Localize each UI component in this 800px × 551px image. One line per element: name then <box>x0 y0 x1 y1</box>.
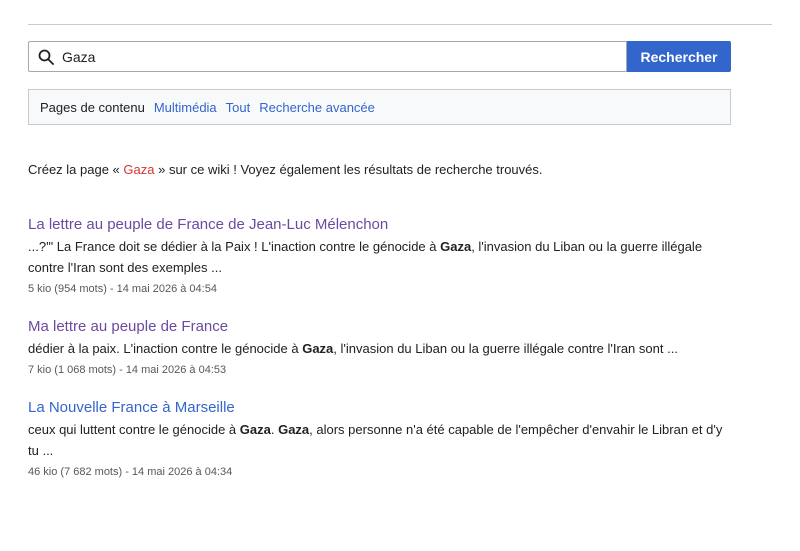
search-icon <box>38 49 54 65</box>
search-result: La lettre au peuple de France de Jean-Lu… <box>28 215 728 298</box>
snippet-text: ...?'" La France doit se dédier à la Pai… <box>28 239 441 254</box>
search-field[interactable] <box>28 41 627 72</box>
search-profile-bar: Pages de contenu Multimédia Tout Recherc… <box>28 89 731 125</box>
result-title-link[interactable]: La lettre au peuple de France de Jean-Lu… <box>28 215 388 235</box>
result-metadata: 7 kio (1 068 mots) - 14 mai 2026 à 04:53 <box>28 364 227 376</box>
search-input[interactable] <box>62 48 582 65</box>
snippet-match: Gaza <box>302 341 334 356</box>
snippet-text: , l'invasion du Liban ou la guerre illég… <box>333 341 678 356</box>
search-result: La Nouvelle France à Marseille ceux qui l… <box>28 398 728 481</box>
profile-all[interactable]: Tout <box>226 100 251 115</box>
search-results: La lettre au peuple de France de Jean-Lu… <box>28 215 728 500</box>
search-button[interactable]: Rechercher <box>627 41 731 72</box>
snippet-match: Gaza <box>440 239 472 254</box>
snippet-text: dédier à la paix. L'inaction contre le g… <box>28 341 303 356</box>
result-metadata: 5 kio (954 mots) - 14 mai 2026 à 04:54 <box>28 283 217 295</box>
profile-content-pages: Pages de contenu <box>40 99 145 115</box>
result-snippet: ...?'" La France doit se dédier à la Pai… <box>28 236 728 278</box>
result-metadata: 46 kio (7 682 mots) - 14 mai 2026 à 04:3… <box>28 466 233 478</box>
search-result: Ma lettre au peuple de France dédier à la… <box>28 317 728 379</box>
snippet-text: . <box>270 422 279 437</box>
result-title-link[interactable]: La Nouvelle France à Marseille <box>28 398 235 418</box>
create-notice-prefix: Créez la page « <box>28 162 124 177</box>
snippet-text: ceux qui luttent contre le génocide à <box>28 422 240 437</box>
result-snippet: ceux qui luttent contre le génocide à Ga… <box>28 419 728 461</box>
profile-multimedia[interactable]: Multimédia <box>154 100 217 115</box>
search-form: Rechercher <box>28 41 731 72</box>
create-page-link[interactable]: Gaza <box>123 162 154 177</box>
result-title-link[interactable]: Ma lettre au peuple de France <box>28 317 228 337</box>
snippet-match: Gaza <box>239 422 271 437</box>
create-page-notice: Créez la page « Gaza » sur ce wiki ! Voy… <box>28 162 543 177</box>
profile-advanced-search[interactable]: Recherche avancée <box>259 100 375 115</box>
result-snippet: dédier à la paix. L'inaction contre le g… <box>28 338 728 359</box>
snippet-match: Gaza <box>278 422 310 437</box>
create-notice-suffix: » sur ce wiki ! Voyez également les résu… <box>154 162 543 177</box>
top-divider <box>28 24 772 25</box>
